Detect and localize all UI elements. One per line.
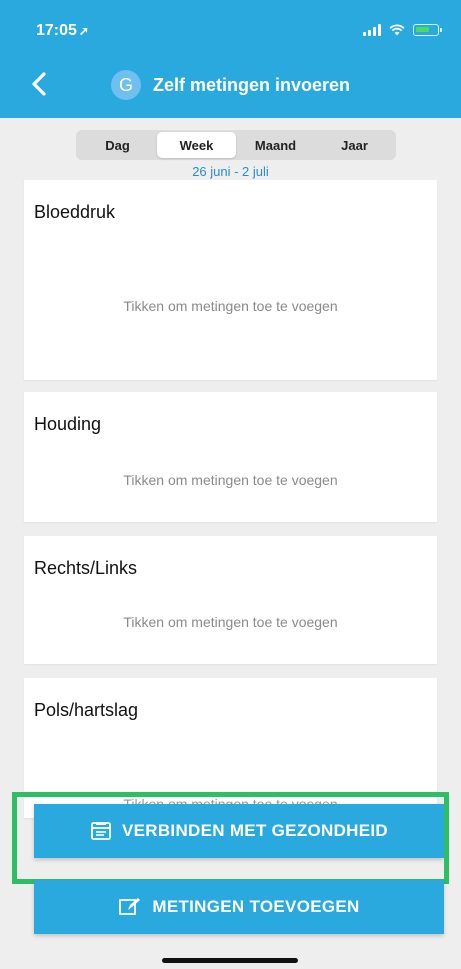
segment-week[interactable]: Week bbox=[157, 132, 236, 158]
period-segmented-control: Dag Week Maand Jaar bbox=[76, 130, 396, 160]
wifi-icon bbox=[389, 24, 405, 36]
card-hint: Tikken om metingen toe te voegen bbox=[123, 472, 338, 488]
card-hint: Tikken om metingen toe te voegen bbox=[123, 298, 338, 314]
app-header: 17:05 ➚ G Zelf metingen invoeren bbox=[0, 0, 461, 118]
card-houding[interactable]: Houding Tikken om metingen toe te voegen bbox=[24, 392, 437, 522]
date-range-label: 26 juni - 2 juli bbox=[192, 164, 269, 179]
avatar: G bbox=[110, 70, 141, 100]
card-bloeddruk[interactable]: Bloeddruk Tikken om metingen toe te voeg… bbox=[24, 180, 437, 380]
page-title: Zelf metingen invoeren bbox=[152, 74, 351, 95]
add-measurements-button[interactable]: METINGEN TOEVOEGEN bbox=[34, 880, 444, 934]
highlight-box bbox=[12, 792, 449, 884]
card-title: Rechts/Links bbox=[34, 558, 138, 578]
status-bar: 17:05 ➚ bbox=[0, 0, 461, 60]
card-title: Houding bbox=[34, 414, 102, 434]
nav-bar: G Zelf metingen invoeren bbox=[0, 62, 461, 108]
battery-icon bbox=[413, 24, 442, 36]
home-indicator bbox=[162, 958, 298, 963]
card-title: Pols/hartslag bbox=[34, 700, 139, 720]
card-hint: Tikken om metingen toe te voegen bbox=[123, 614, 338, 630]
status-time-text: 17:05 bbox=[36, 22, 77, 39]
status-time: 17:05 ➚ bbox=[36, 22, 89, 40]
card-rechts-links[interactable]: Rechts/Links Tikken om metingen toe te v… bbox=[24, 536, 437, 664]
segment-month[interactable]: Maand bbox=[236, 132, 315, 158]
segment-year[interactable]: Jaar bbox=[315, 132, 394, 158]
card-title: Bloeddruk bbox=[34, 202, 116, 222]
edit-note-icon bbox=[118, 896, 142, 918]
segment-day[interactable]: Dag bbox=[78, 132, 157, 158]
add-measurements-label: METINGEN TOEVOEGEN bbox=[152, 897, 360, 916]
status-icons bbox=[363, 22, 442, 38]
nav-title-group: G Zelf metingen invoeren bbox=[0, 70, 461, 100]
cellular-signal-icon bbox=[363, 24, 381, 36]
location-arrow-icon: ➚ bbox=[78, 24, 89, 38]
